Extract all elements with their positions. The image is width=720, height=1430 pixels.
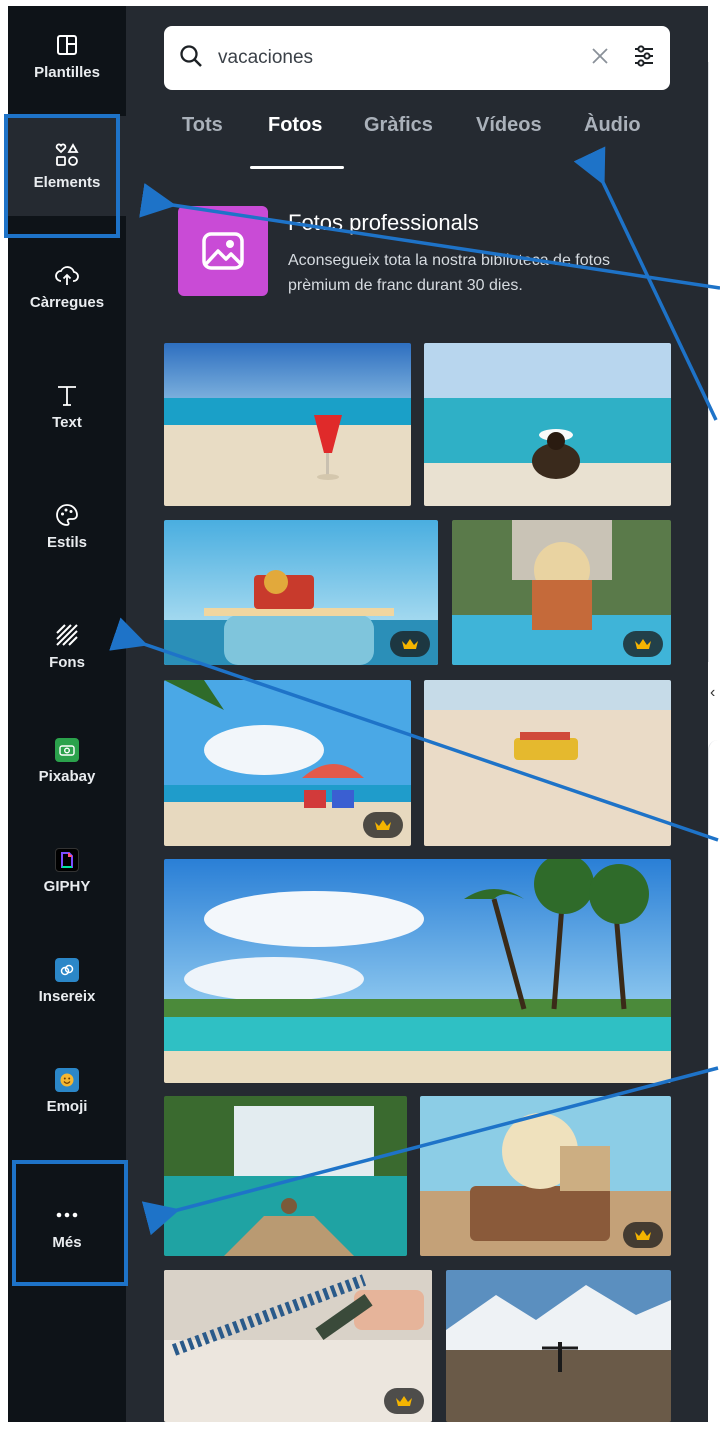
app-frame: Plantilles Elements Càrregues Text Estil: [0, 0, 720, 1430]
annotation-arrows: [109, 146, 720, 1236]
